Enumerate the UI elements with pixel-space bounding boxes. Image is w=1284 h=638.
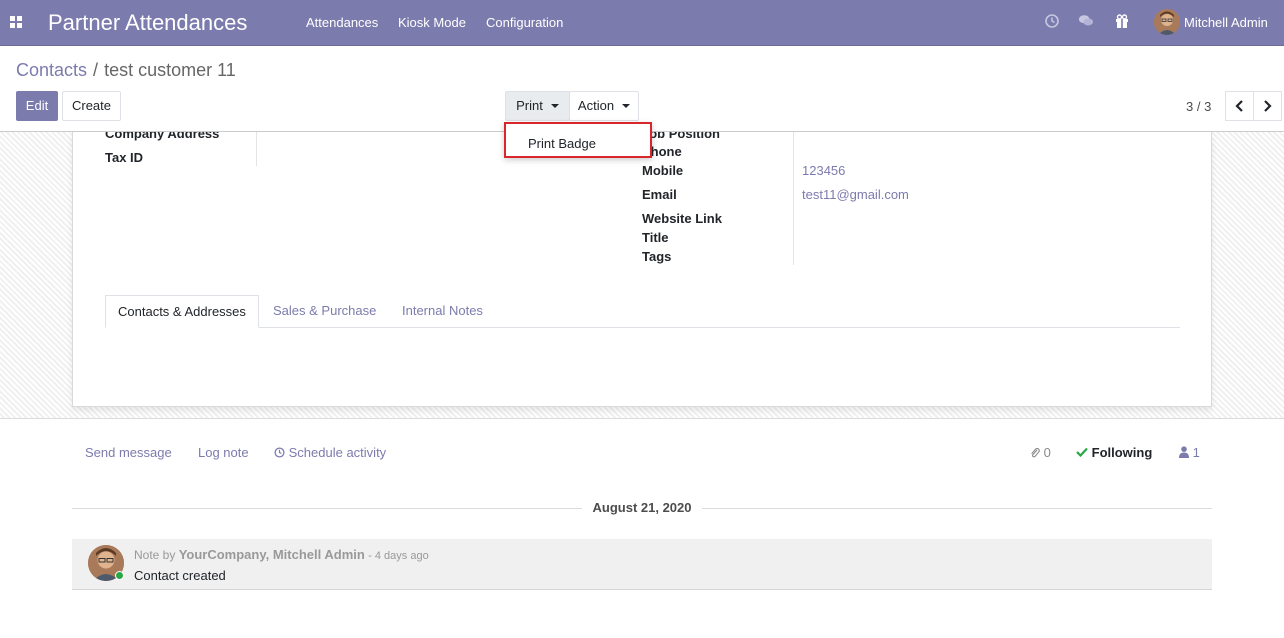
label-mobile: Mobile [642, 163, 684, 178]
log-note-button[interactable]: Log note [198, 445, 249, 460]
print-button-label: Print [516, 98, 543, 113]
clock-icon[interactable] [1044, 13, 1060, 29]
create-button[interactable]: Create [62, 91, 121, 121]
label-tax-id: Tax ID [105, 150, 144, 165]
tab-sales-purchase[interactable]: Sales & Purchase [273, 295, 376, 328]
label-email: Email [642, 187, 677, 202]
pager-next-button[interactable] [1253, 91, 1282, 121]
chevron-right-icon [1264, 100, 1272, 112]
date-separator-text: August 21, 2020 [592, 500, 692, 515]
label-title: Title [642, 230, 669, 245]
check-icon [1076, 447, 1088, 458]
pager-value[interactable]: 3 / 3 [1186, 99, 1211, 114]
action-button-label: Action [577, 98, 615, 113]
chatter-message: Note by YourCompany, Mitchell Admin - 4 … [72, 539, 1212, 590]
control-panel: Contacts / test customer 11 Edit Create Pr… [0, 46, 1284, 132]
gift-icon[interactable] [1114, 13, 1130, 29]
breadcrumb-separator: / [93, 60, 99, 80]
action-dropdown-button[interactable]: Action [569, 91, 639, 121]
message-prefix: Note by [134, 548, 176, 562]
top-navbar: Partner Attendances Attendances Kiosk Mo… [0, 0, 1284, 46]
breadcrumb-contacts[interactable]: Contacts [16, 60, 87, 80]
following-button[interactable]: Following [1076, 445, 1152, 460]
attachments-count: 0 [1043, 445, 1051, 460]
chat-icon[interactable] [1078, 13, 1094, 29]
menu-configuration[interactable]: Configuration [486, 15, 563, 30]
label-job-position: Job Position [642, 132, 720, 141]
menu-attendances[interactable]: Attendances [306, 15, 378, 30]
schedule-activity-button[interactable]: Schedule activity [274, 445, 386, 460]
attachments-button[interactable]: 0 [1029, 445, 1051, 460]
print-dropdown-menu: Print Badge [504, 122, 652, 158]
paperclip-icon [1031, 447, 1040, 458]
mobile-value[interactable]: 123456 [802, 163, 845, 178]
print-dropdown-button[interactable]: Print [505, 91, 570, 121]
clock-icon [274, 447, 285, 458]
form-tabs: Contacts & Addresses Sales & Purchase In… [105, 295, 1180, 328]
send-message-button[interactable]: Send message [85, 445, 172, 460]
schedule-activity-label: Schedule activity [288, 445, 387, 460]
message-author[interactable]: YourCompany, Mitchell Admin [179, 547, 365, 562]
message-meta: Note by YourCompany, Mitchell Admin - 4 … [134, 547, 429, 562]
message-date: - 4 days ago [368, 550, 429, 562]
user-avatar[interactable] [1154, 9, 1180, 35]
form-sheet: Company Address Tax ID Job Position Phon… [72, 132, 1212, 407]
label-company-address: Company Address [105, 132, 220, 141]
breadcrumb: Contacts / test customer 11 [16, 60, 236, 81]
pager-previous-button[interactable] [1225, 91, 1254, 121]
tab-contacts-addresses[interactable]: Contacts & Addresses [105, 295, 259, 328]
date-separator: August 21, 2020 [72, 500, 1212, 516]
label-tags: Tags [642, 249, 672, 264]
breadcrumb-current: test customer 11 [104, 60, 236, 80]
print-badge-menu-item[interactable]: Print Badge [528, 136, 596, 151]
caret-down-icon [622, 103, 631, 108]
menu-kiosk-mode[interactable]: Kiosk Mode [398, 15, 466, 30]
chevron-left-icon [1235, 100, 1243, 112]
followers-button[interactable]: 1 [1179, 445, 1200, 460]
user-icon [1179, 446, 1189, 458]
tab-internal-notes[interactable]: Internal Notes [402, 295, 483, 328]
apps-menu-icon[interactable] [10, 16, 22, 28]
user-name[interactable]: Mitchell Admin [1184, 15, 1268, 30]
field-divider [256, 132, 257, 166]
app-title[interactable]: Partner Attendances [48, 10, 247, 36]
edit-button[interactable]: Edit [16, 91, 58, 121]
chatter-topbar: Send message Log note Schedule activity … [72, 440, 1212, 470]
field-divider [793, 132, 794, 265]
caret-down-icon [550, 103, 559, 108]
online-status-icon [115, 571, 124, 580]
followers-count: 1 [1192, 445, 1200, 460]
following-label: Following [1091, 445, 1153, 460]
message-body: Contact created [134, 568, 226, 583]
email-value[interactable]: test11@gmail.com [802, 187, 909, 202]
label-website-link: Website Link [642, 211, 722, 226]
